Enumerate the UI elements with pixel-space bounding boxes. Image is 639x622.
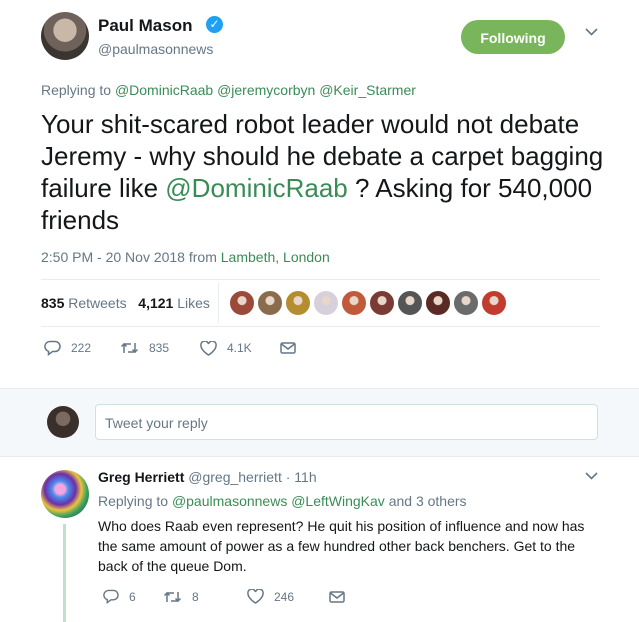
retweets-label: Retweets — [68, 295, 127, 311]
retweet-count: 8 — [192, 589, 199, 604]
replying-to: Replying to @DominicRaab @jeremycorbyn @… — [41, 82, 416, 98]
like-count: 4.1K — [227, 341, 252, 355]
heart-icon — [247, 589, 264, 604]
direct-message-action[interactable] — [329, 590, 345, 603]
mention-link[interactable]: @jeremycorbyn — [217, 82, 315, 98]
tweet-timestamp: 2:50 PM - 20 Nov 2018 from Lambeth, Lond… — [41, 249, 330, 265]
mention-link[interactable]: @LeftWingKav — [291, 493, 385, 509]
likes-stat[interactable]: 4,121 Likes — [138, 295, 210, 311]
verified-badge-icon: ✓ — [206, 16, 223, 33]
tweet-actions: 222 835 4.1K — [44, 340, 296, 356]
reply-text: Who does Raab even represent? He quit hi… — [98, 518, 585, 574]
reply-action[interactable]: 6 — [103, 589, 163, 604]
reply-icon — [44, 340, 61, 356]
liker-avatar[interactable] — [341, 290, 367, 316]
divider — [218, 283, 219, 323]
reply-icon — [103, 589, 119, 604]
liker-avatar[interactable] — [229, 290, 255, 316]
reply-author-handle[interactable]: @greg_herriett — [188, 469, 282, 485]
author-name[interactable]: Paul Mason — [98, 16, 192, 36]
envelope-icon — [329, 590, 345, 603]
location-link[interactable]: Lambeth, London — [221, 249, 330, 265]
author-avatar[interactable] — [41, 12, 89, 60]
like-action[interactable]: 4.1K — [200, 340, 280, 356]
reply-input[interactable]: Tweet your reply — [95, 404, 598, 440]
reply-time[interactable]: · 11h — [286, 469, 317, 485]
tweet-stats: 835 Retweets 4,121 Likes — [41, 295, 210, 311]
like-count: 246 — [274, 589, 295, 604]
reply-action[interactable]: 222 — [44, 340, 114, 356]
retweet-count: 835 — [149, 341, 170, 355]
liker-avatar[interactable] — [425, 290, 451, 316]
reply-count: 6 — [129, 589, 136, 604]
following-button[interactable]: Following — [461, 20, 565, 54]
envelope-icon — [280, 342, 296, 354]
divider — [41, 279, 600, 280]
liker-avatar[interactable] — [453, 290, 479, 316]
replying-prefix: Replying to — [98, 493, 169, 509]
retweet-icon — [163, 590, 182, 604]
reply-to-more[interactable]: and 3 others — [389, 493, 467, 509]
reply-count: 222 — [71, 341, 92, 355]
thread-line — [63, 524, 66, 622]
retweets-stat[interactable]: 835 Retweets — [41, 295, 127, 311]
divider — [41, 326, 600, 327]
liker-avatar[interactable] — [285, 290, 311, 316]
current-user-avatar — [47, 406, 79, 438]
retweets-count: 835 — [41, 295, 65, 311]
reply-author-avatar[interactable] — [41, 470, 89, 518]
retweet-action[interactable]: 835 — [120, 341, 200, 355]
heart-icon — [200, 340, 217, 356]
reply-author-name[interactable]: Greg Herriett — [98, 469, 184, 485]
timestamp-text[interactable]: 2:50 PM - 20 Nov 2018 from — [41, 249, 221, 265]
author-handle[interactable]: @paulmasonnews — [98, 41, 213, 57]
liker-avatars — [229, 290, 507, 318]
mention-link[interactable]: @paulmasonnews — [172, 493, 287, 509]
reply-actions: 6 8 246 — [103, 589, 345, 604]
liker-avatar[interactable] — [313, 290, 339, 316]
likes-count: 4,121 — [138, 295, 174, 311]
likes-label: Likes — [177, 295, 210, 311]
like-action[interactable]: 246 — [247, 589, 329, 604]
tweet-text: Your shit-scared robot leader would not … — [41, 108, 611, 236]
liker-avatar[interactable] — [257, 290, 283, 316]
liker-avatar[interactable] — [481, 290, 507, 316]
mention-link[interactable]: @DominicRaab — [115, 82, 213, 98]
direct-message-action[interactable] — [280, 342, 296, 354]
chevron-down-icon[interactable] — [585, 472, 598, 480]
reply-replying-to: Replying to @paulmasonnews @LeftWingKav … — [98, 493, 467, 509]
mention-link[interactable]: @DominicRaab — [165, 173, 347, 203]
liker-avatar[interactable] — [397, 290, 423, 316]
chevron-down-icon[interactable] — [585, 28, 598, 36]
retweet-icon — [120, 341, 139, 355]
liker-avatar[interactable] — [369, 290, 395, 316]
mention-link[interactable]: @Keir_Starmer — [319, 82, 416, 98]
replying-prefix: Replying to — [41, 82, 112, 98]
retweet-action[interactable]: 8 — [163, 590, 247, 604]
reply-author: Greg Herriett @greg_herriett · 11h — [98, 469, 317, 485]
